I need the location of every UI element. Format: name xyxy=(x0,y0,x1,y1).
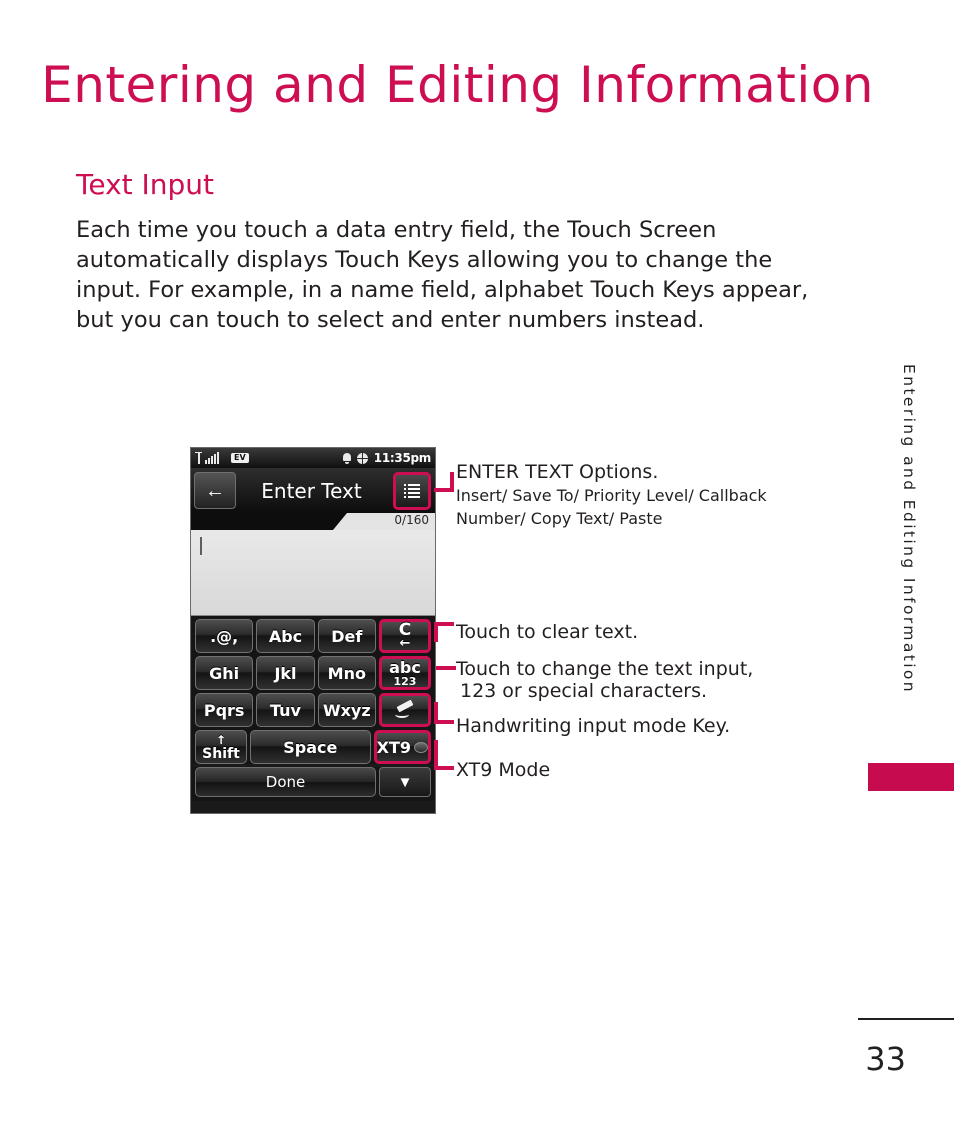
keypad-row-1: .@, Abc Def C ← xyxy=(195,619,431,653)
leader-handwriting xyxy=(434,702,454,724)
done-button[interactable]: Done xyxy=(195,767,376,797)
section-heading: Text Input xyxy=(76,168,215,201)
space-key[interactable]: Space xyxy=(250,730,371,764)
clear-key-glyphs: C ← xyxy=(399,622,411,651)
annotation-handwriting: Handwriting input mode Key. xyxy=(456,715,731,737)
annotation-mode-line2: 123 or special characters. xyxy=(460,680,708,702)
key-def[interactable]: Def xyxy=(317,619,376,653)
signal-antenna-icon xyxy=(195,452,202,464)
pencil-icon xyxy=(394,701,416,719)
annotation-clear: Touch to clear text. xyxy=(456,621,639,643)
phone-status-bar: EV 11:35pm xyxy=(191,448,435,468)
backspace-arrow-icon: ← xyxy=(399,636,411,651)
network-badge: EV xyxy=(231,453,249,463)
text-entry-field[interactable] xyxy=(191,530,435,616)
character-counter: 0/160 xyxy=(394,513,429,527)
handwriting-key[interactable] xyxy=(378,693,431,727)
annotation-options-line1: Insert/ Save To/ Priority Level/ Callbac… xyxy=(456,486,767,505)
touch-keypad: .@, Abc Def C ← Ghi Jkl Mno abc 123 Pqrs… xyxy=(191,616,435,764)
keypad-row-4: ↑ Shift Space XT9 xyxy=(195,730,431,764)
input-mode-main: abc xyxy=(389,657,421,677)
phone-bottom-bar: Done ▼ xyxy=(191,767,435,801)
scroll-down-button[interactable]: ▼ xyxy=(379,767,431,797)
back-arrow-icon: ← xyxy=(205,479,225,502)
clear-key[interactable]: C ← xyxy=(378,619,431,653)
keypad-row-2: Ghi Jkl Mno abc 123 xyxy=(195,656,431,690)
key-ghi[interactable]: Ghi xyxy=(195,656,254,690)
annotation-options-title: ENTER TEXT Options. xyxy=(456,461,659,483)
leader-xt9 xyxy=(434,740,454,770)
chevron-down-icon: ▼ xyxy=(397,773,413,791)
edge-tab-marker xyxy=(868,763,954,791)
options-menu-button[interactable] xyxy=(393,471,431,510)
shift-arrow-icon: ↑ xyxy=(215,732,227,747)
key-punctuation[interactable]: .@, xyxy=(195,619,254,653)
input-mode-sub: 123 xyxy=(393,674,417,688)
input-mode-glyphs: abc 123 xyxy=(389,657,421,688)
key-abc[interactable]: Abc xyxy=(256,619,315,653)
running-head: Entering and Editing Information xyxy=(900,364,918,695)
key-wxyz[interactable]: Wxyz xyxy=(317,693,376,727)
footer-rule xyxy=(858,1018,954,1020)
leader-clear xyxy=(434,622,454,642)
body-paragraph: Each time you touch a data entry field, … xyxy=(76,217,809,333)
status-clock: 11:35pm xyxy=(373,451,432,465)
annotation-xt9: XT9 Mode xyxy=(456,759,551,781)
xt9-key[interactable]: XT9 xyxy=(373,730,431,764)
input-mode-key[interactable]: abc 123 xyxy=(378,656,431,690)
character-counter-strip: 0/160 xyxy=(191,513,435,530)
list-menu-icon xyxy=(404,482,420,500)
phone-screenshot: EV 11:35pm ← Enter Text 0/160 .@, Abc De… xyxy=(190,447,436,814)
leader-input-mode xyxy=(436,666,456,670)
text-caret xyxy=(200,537,202,555)
page-number: 33 xyxy=(865,1040,906,1078)
shift-key-label: Shift xyxy=(202,745,240,762)
key-jkl[interactable]: Jkl xyxy=(256,656,315,690)
screen-title: Enter Text xyxy=(261,478,362,503)
phone-title-bar: ← Enter Text xyxy=(191,468,435,513)
page-title: Entering and Editing Information xyxy=(41,56,874,114)
annotation-options-line2: Number/ Copy Text/ Paste xyxy=(456,509,663,528)
key-mno[interactable]: Mno xyxy=(317,656,376,690)
xt9-key-label: XT9 xyxy=(376,737,411,757)
globe-icon xyxy=(356,452,368,464)
key-pqrs[interactable]: Pqrs xyxy=(195,693,254,727)
leader-options xyxy=(434,472,454,492)
annotation-mode-line1: Touch to change the text input, xyxy=(456,658,754,680)
keypad-row-3: Pqrs Tuv Wxyz xyxy=(195,693,431,727)
signal-bars-icon xyxy=(205,452,219,464)
bell-icon xyxy=(342,452,353,464)
shift-key[interactable]: ↑ Shift xyxy=(195,730,247,764)
key-tuv[interactable]: Tuv xyxy=(256,693,315,727)
xt9-toggle-indicator xyxy=(414,741,428,753)
